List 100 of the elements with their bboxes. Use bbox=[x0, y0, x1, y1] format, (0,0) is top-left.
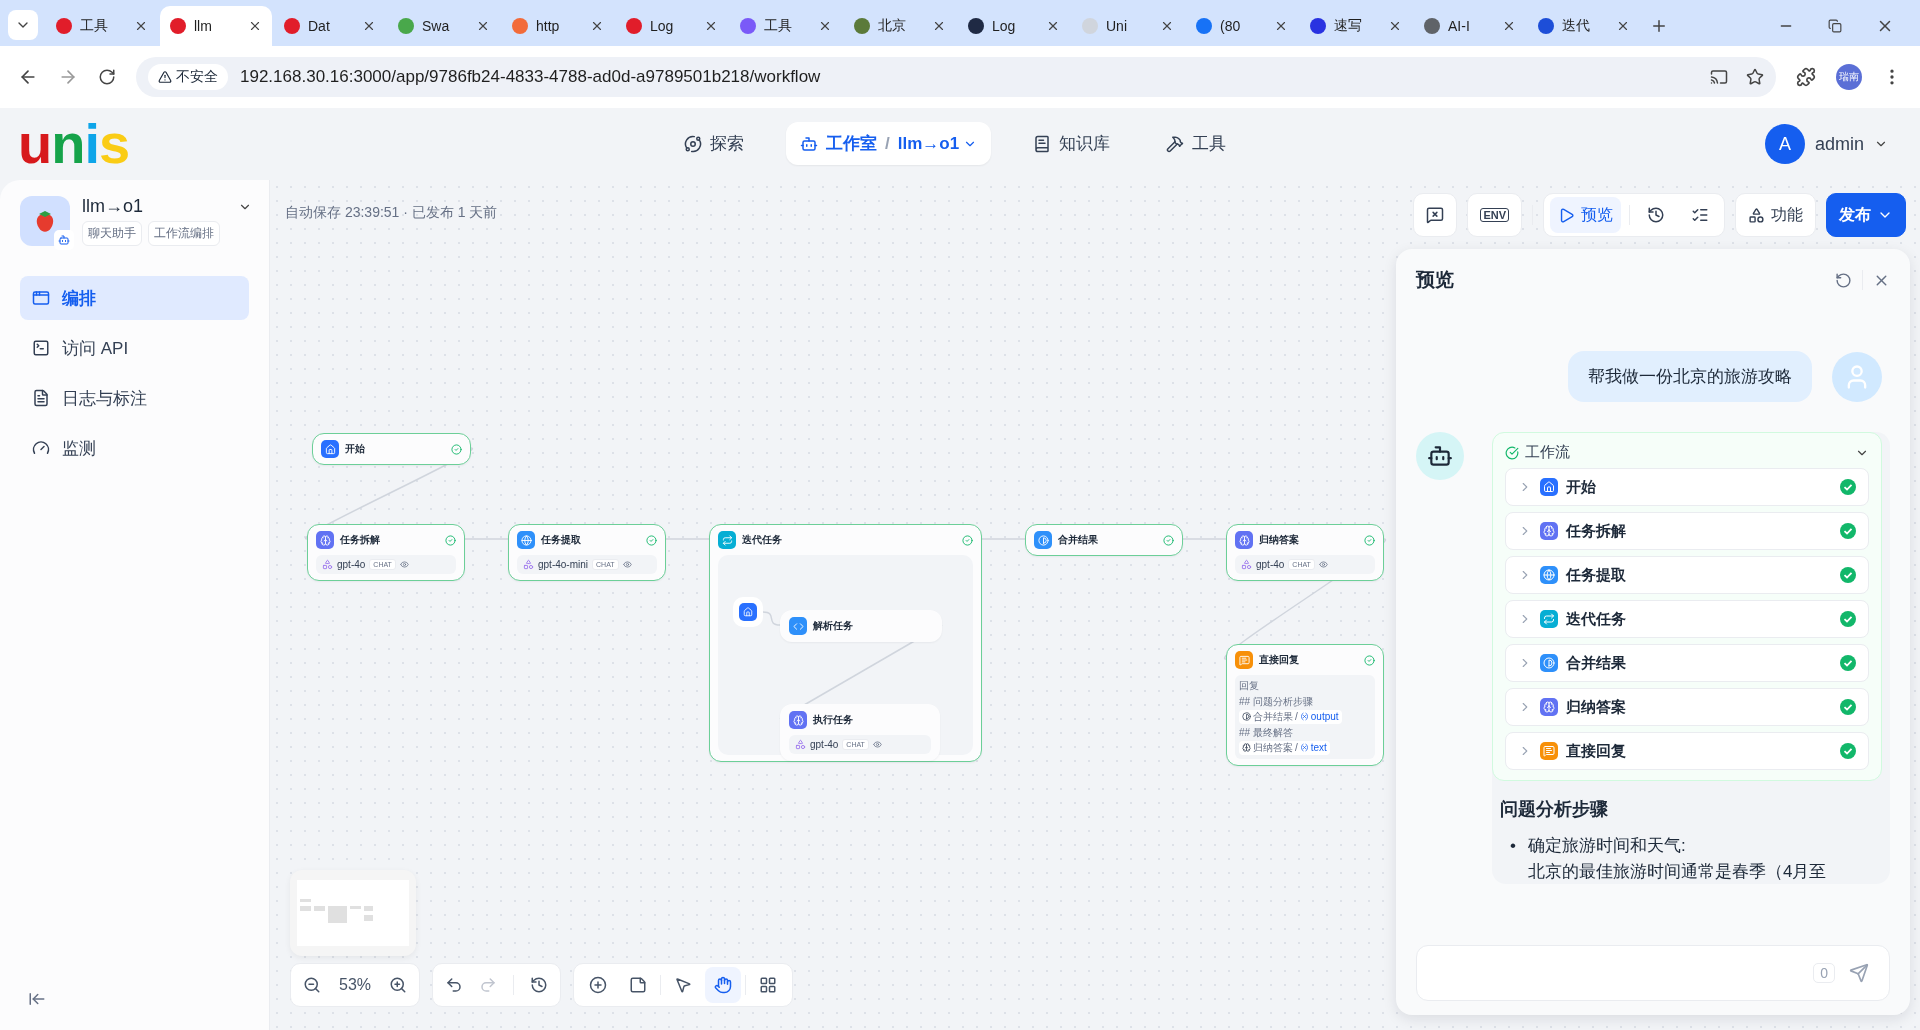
workflow-node[interactable]: 解析任务 bbox=[780, 610, 942, 642]
browser-tab[interactable]: Uni bbox=[1072, 6, 1184, 46]
check-icon bbox=[1505, 445, 1519, 460]
zoom-level[interactable]: 53% bbox=[339, 976, 371, 994]
sidebar-item[interactable]: 编排 bbox=[20, 276, 249, 320]
browser-tab[interactable]: 工具 bbox=[730, 6, 842, 46]
browser-tab[interactable]: 工具 bbox=[46, 6, 158, 46]
browser-tab[interactable]: Log bbox=[958, 6, 1070, 46]
workflow-step[interactable]: 开始 bbox=[1505, 468, 1869, 506]
browser-tab[interactable]: AI-I bbox=[1414, 6, 1526, 46]
close-icon[interactable] bbox=[1388, 19, 1402, 33]
address-field[interactable]: 不安全 192.168.30.16:3000/app/9786fb24-4833-4788-ad0d-a9789501b218/workflow bbox=[136, 57, 1776, 97]
tab-title: AI-I bbox=[1448, 18, 1471, 34]
url-text: 192.168.30.16:3000/app/9786fb24-4833-4788-ad0d-a9789501b218/workflow bbox=[240, 67, 821, 87]
extensions-icon[interactable] bbox=[1796, 67, 1816, 87]
brain-icon bbox=[1242, 743, 1251, 753]
nav-tab[interactable]: 工作室 / llm→o1 bbox=[786, 122, 992, 165]
nav-label: 探索 bbox=[710, 133, 744, 155]
publish-button[interactable]: 发布 bbox=[1826, 193, 1906, 237]
close-icon[interactable] bbox=[134, 19, 148, 33]
tab-title: Dat bbox=[308, 18, 331, 34]
browser-tab[interactable]: (80 bbox=[1186, 6, 1298, 46]
workflow-node[interactable]: 合并结果 bbox=[1025, 524, 1183, 556]
env-button[interactable]: ENV bbox=[1467, 193, 1522, 237]
close-icon[interactable] bbox=[1274, 19, 1288, 33]
workflow-header[interactable]: 工作流 bbox=[1505, 443, 1869, 462]
workflow-step[interactable]: 合并结果 bbox=[1505, 644, 1869, 682]
close-icon[interactable] bbox=[1046, 19, 1060, 33]
book-icon bbox=[1033, 134, 1052, 153]
nav-tab[interactable]: 知识库 bbox=[1019, 122, 1125, 165]
tab-title: Swa bbox=[422, 18, 451, 34]
zoom-out-icon[interactable] bbox=[303, 976, 321, 994]
history-icon[interactable] bbox=[530, 976, 548, 994]
close-icon[interactable] bbox=[932, 19, 946, 33]
browser-tab[interactable]: 迭代 bbox=[1528, 6, 1640, 46]
browser-tab[interactable]: Log bbox=[616, 6, 728, 46]
brain-icon bbox=[1235, 531, 1253, 549]
nav-tab[interactable]: 工具 bbox=[1152, 122, 1241, 165]
browser-tab[interactable]: llm bbox=[160, 6, 272, 46]
close-icon[interactable] bbox=[590, 19, 604, 33]
user-name[interactable]: admin bbox=[1814, 133, 1864, 155]
close-icon[interactable] bbox=[362, 19, 376, 33]
workflow-node[interactable]: 开始 bbox=[312, 433, 471, 465]
close-icon[interactable] bbox=[818, 19, 832, 33]
step-name: 任务提取 bbox=[1566, 565, 1627, 585]
restore-icon[interactable] bbox=[1828, 19, 1842, 33]
sidebar-item[interactable]: 访问 API bbox=[20, 326, 249, 370]
security-badge[interactable]: 不安全 bbox=[148, 64, 228, 90]
close-icon[interactable] bbox=[1160, 19, 1174, 33]
workflow-step[interactable]: 归纳答案 bbox=[1505, 688, 1869, 726]
clear-chat-button[interactable] bbox=[1413, 193, 1458, 237]
tab-title: llm bbox=[194, 18, 213, 34]
close-icon[interactable] bbox=[704, 19, 718, 33]
cast-icon[interactable] bbox=[1710, 68, 1728, 86]
zoom-in-icon[interactable] bbox=[389, 976, 407, 994]
step-name: 迭代任务 bbox=[1566, 609, 1627, 629]
preview-button[interactable]: 预览 bbox=[1550, 197, 1621, 233]
workflow-step[interactable]: 迭代任务 bbox=[1505, 600, 1869, 638]
close-icon[interactable] bbox=[1616, 19, 1630, 33]
browser-tab[interactable]: 北京 bbox=[844, 6, 956, 46]
reset-icon[interactable] bbox=[1835, 271, 1852, 289]
user-avatar bbox=[1832, 351, 1882, 402]
code-icon bbox=[789, 617, 807, 635]
sidebar-item[interactable]: 监测 bbox=[20, 426, 249, 470]
close-icon[interactable] bbox=[1502, 19, 1516, 33]
workflow-node[interactable]: 直接回复 回复 ## 问题分析步骤 合并结果 / output ## 最终解答 归纳答案 / text bbox=[1226, 644, 1384, 766]
undo-icon[interactable] bbox=[445, 976, 463, 994]
features-button[interactable]: 功能 bbox=[1735, 193, 1816, 237]
close-icon[interactable] bbox=[476, 19, 490, 33]
workflow-step[interactable]: 任务拆解 bbox=[1505, 512, 1869, 550]
browser-tab[interactable]: http bbox=[502, 6, 614, 46]
sidebar-label: 日志与标注 bbox=[62, 387, 147, 410]
model-name: gpt-4o bbox=[810, 739, 839, 750]
bullet-title: 确定旅游时间和天气: bbox=[1527, 835, 1687, 857]
workflow-step[interactable]: 任务提取 bbox=[1505, 556, 1869, 594]
start-node[interactable] bbox=[733, 597, 763, 627]
nav-tab[interactable]: 探索 bbox=[670, 122, 758, 165]
contrast-icon bbox=[1242, 712, 1251, 722]
reload-icon[interactable] bbox=[98, 68, 116, 86]
profile-avatar[interactable]: 瑞南 bbox=[1836, 64, 1862, 90]
hand-icon[interactable] bbox=[705, 967, 741, 1003]
bullet-text: 北京的最佳旅游时间通常是春季（4月至 bbox=[1527, 860, 1827, 883]
logo[interactable]: unis bbox=[18, 116, 130, 172]
app-switcher[interactable]: llm→o1 bbox=[897, 133, 978, 154]
user-avatar[interactable]: A bbox=[1764, 124, 1805, 164]
step-name: 归纳答案 bbox=[1566, 697, 1627, 717]
browser-tab[interactable]: 速写 bbox=[1300, 6, 1412, 46]
step-name: 开始 bbox=[1566, 477, 1597, 497]
sidebar-label: 编排 bbox=[62, 287, 96, 310]
browser-tab[interactable]: Dat bbox=[274, 6, 386, 46]
browser-tab[interactable]: Swa bbox=[388, 6, 500, 46]
star-icon[interactable] bbox=[1746, 68, 1764, 86]
char-count: 0 bbox=[1813, 963, 1835, 983]
close-icon[interactable] bbox=[248, 19, 262, 33]
warning-icon bbox=[158, 70, 172, 84]
sidebar-item[interactable]: 日志与标注 bbox=[20, 376, 249, 420]
workflow-step[interactable]: 直接回复 bbox=[1505, 732, 1869, 770]
model-icon bbox=[1241, 559, 1252, 570]
chat-clear-icon bbox=[1426, 206, 1445, 224]
send-icon[interactable] bbox=[1849, 963, 1869, 983]
